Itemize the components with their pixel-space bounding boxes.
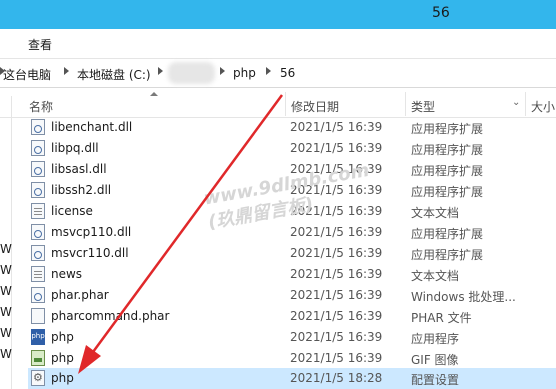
arrow-head-icon	[78, 345, 101, 374]
arrow-shaft	[91, 94, 284, 353]
annotation-arrow	[78, 94, 284, 374]
